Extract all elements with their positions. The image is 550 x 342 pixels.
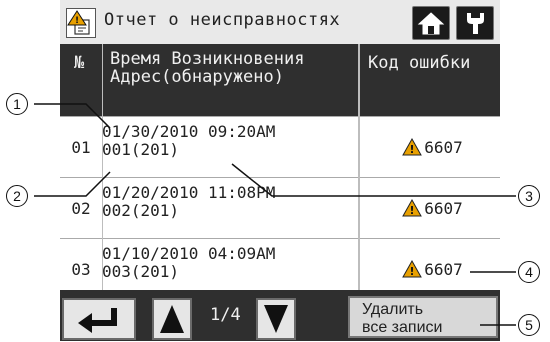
callout-marker: 3 xyxy=(518,185,540,207)
callout-marker: 2 xyxy=(6,185,28,207)
callout-marker: 5 xyxy=(518,314,540,336)
callout-marker: 1 xyxy=(6,93,28,115)
callout-marker: 4 xyxy=(518,261,540,283)
callout-lines xyxy=(34,103,516,326)
